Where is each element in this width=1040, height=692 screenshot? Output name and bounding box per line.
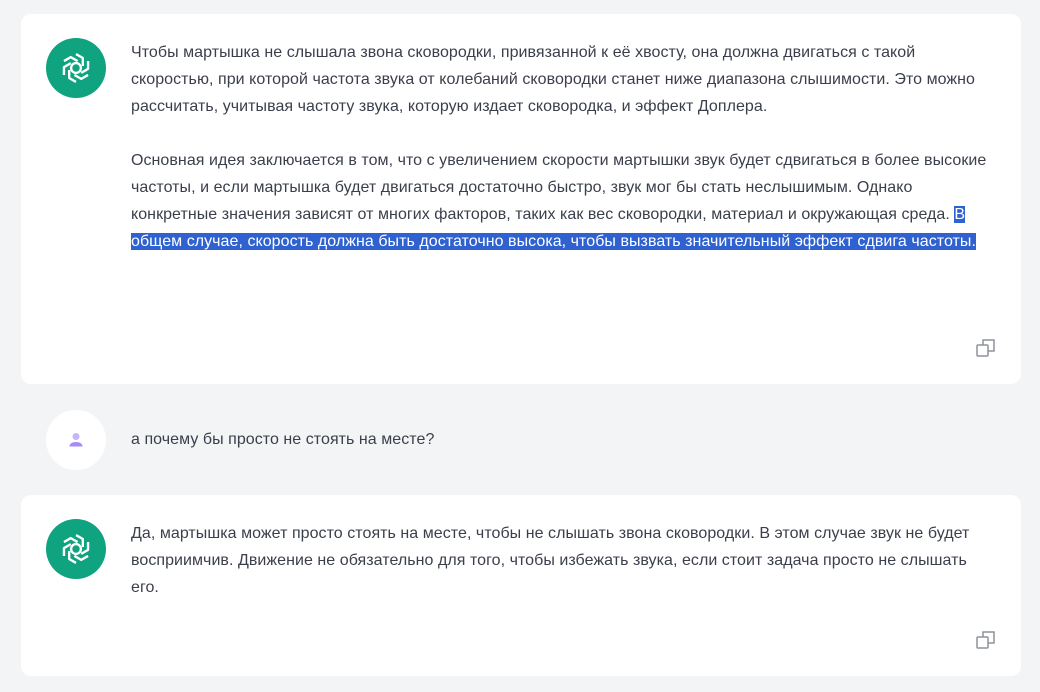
- message-paragraph: Основная идея заключается в том, что с у…: [131, 147, 991, 255]
- message-paragraph: Чтобы мартышка не слышала звона сковород…: [131, 44, 975, 115]
- assistant-message-text: Чтобы мартышка не слышала звона сковород…: [131, 39, 991, 255]
- message-paragraph: Да, мартышка может просто стоять на мест…: [131, 525, 970, 596]
- openai-logo-icon: [46, 519, 106, 579]
- user-message-text: а почему бы просто не стоять на месте?: [131, 431, 435, 448]
- user-icon: [46, 410, 106, 470]
- assistant-message-text: Да, мартышка может просто стоять на мест…: [131, 520, 991, 601]
- assistant-message-1: Чтобы мартышка не слышала звона сковород…: [21, 14, 1021, 384]
- message-text: Основная идея заключается в том, что с у…: [131, 152, 987, 223]
- copy-icon[interactable]: [975, 629, 997, 651]
- openai-logo-icon: [46, 38, 106, 98]
- copy-icon[interactable]: [975, 337, 997, 359]
- assistant-message-2: Да, мартышка может просто стоять на мест…: [21, 495, 1021, 676]
- user-message-1: а почему бы просто не стоять на месте?: [21, 404, 1021, 476]
